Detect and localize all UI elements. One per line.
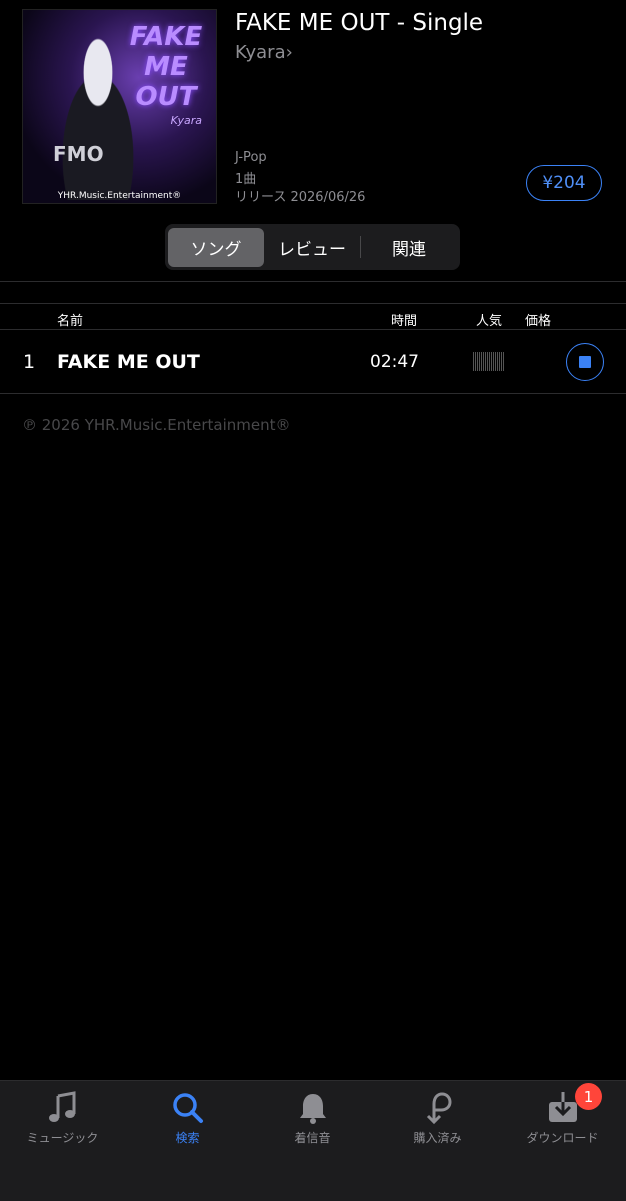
- download-badge: 1: [575, 1083, 602, 1110]
- artwork-label-text: YHR.Music.Entertainment®: [57, 191, 182, 201]
- divider: [0, 393, 626, 394]
- tabbar-item-purchased[interactable]: 購入済み: [375, 1081, 500, 1161]
- artist-link[interactable]: Kyara›: [235, 42, 293, 63]
- album-title: FAKE ME OUT - Single: [235, 10, 484, 36]
- column-header-name: 名前: [57, 314, 84, 329]
- tabbar-label: 着信音: [294, 1131, 331, 1145]
- segmented-control: ソング レビュー 関連: [165, 224, 460, 270]
- column-header-time: 時間: [391, 314, 418, 329]
- popularity-bars: [473, 352, 504, 371]
- tabbar-item-music[interactable]: ミュージック: [0, 1081, 125, 1161]
- divider: [0, 281, 626, 282]
- copyright-text: ℗ 2026 YHR.Music.Entertainment®: [22, 416, 291, 434]
- music-note-icon: [48, 1091, 75, 1122]
- tab-bar: ミュージック 検索 着信音 購入済み ダウンロード: [0, 1080, 626, 1201]
- divider: [0, 329, 626, 330]
- track-title: FAKE ME OUT: [57, 351, 200, 373]
- chevron-right-icon: ›: [285, 42, 293, 63]
- artwork-artist-text: Kyara: [170, 114, 202, 127]
- stop-icon: [579, 356, 591, 368]
- artwork-fmo-text: FMO: [53, 142, 104, 166]
- artwork-title-text: FAKE ME OUT: [129, 22, 203, 112]
- stop-preview-button[interactable]: [566, 343, 604, 381]
- search-icon: [172, 1093, 203, 1123]
- divider: [0, 303, 626, 304]
- purchased-icon: [426, 1092, 452, 1125]
- tabbar-label: 購入済み: [413, 1131, 462, 1145]
- album-price-button[interactable]: ¥204: [526, 165, 602, 201]
- track-duration: 02:47: [370, 352, 419, 372]
- album-artwork[interactable]: FAKE ME OUT Kyara FMO YHR.Music.Entertai…: [22, 9, 217, 204]
- tabbar-label: ダウンロード: [526, 1131, 599, 1145]
- tabbar-item-ringtones[interactable]: 着信音: [250, 1081, 375, 1161]
- track-number: 1: [23, 351, 36, 373]
- track-count-label: 1曲: [235, 172, 257, 187]
- tab-reviews[interactable]: レビュー: [264, 228, 360, 267]
- tabbar-label: ミュージック: [26, 1131, 99, 1145]
- artist-name: Kyara: [235, 42, 286, 63]
- tab-songs[interactable]: ソング: [168, 227, 264, 267]
- bell-icon: [299, 1094, 326, 1124]
- column-header-popularity: 人気: [476, 314, 503, 329]
- tabbar-item-search[interactable]: 検索: [125, 1081, 250, 1161]
- tabbar-item-downloads[interactable]: ダウンロード: [500, 1081, 625, 1161]
- tabbar-label: 検索: [175, 1131, 200, 1145]
- release-date-label: リリース 2026/06/26: [235, 190, 366, 205]
- tab-related[interactable]: 関連: [361, 228, 457, 267]
- column-header-price: 価格: [525, 314, 552, 329]
- genre-label: J-Pop: [235, 150, 267, 165]
